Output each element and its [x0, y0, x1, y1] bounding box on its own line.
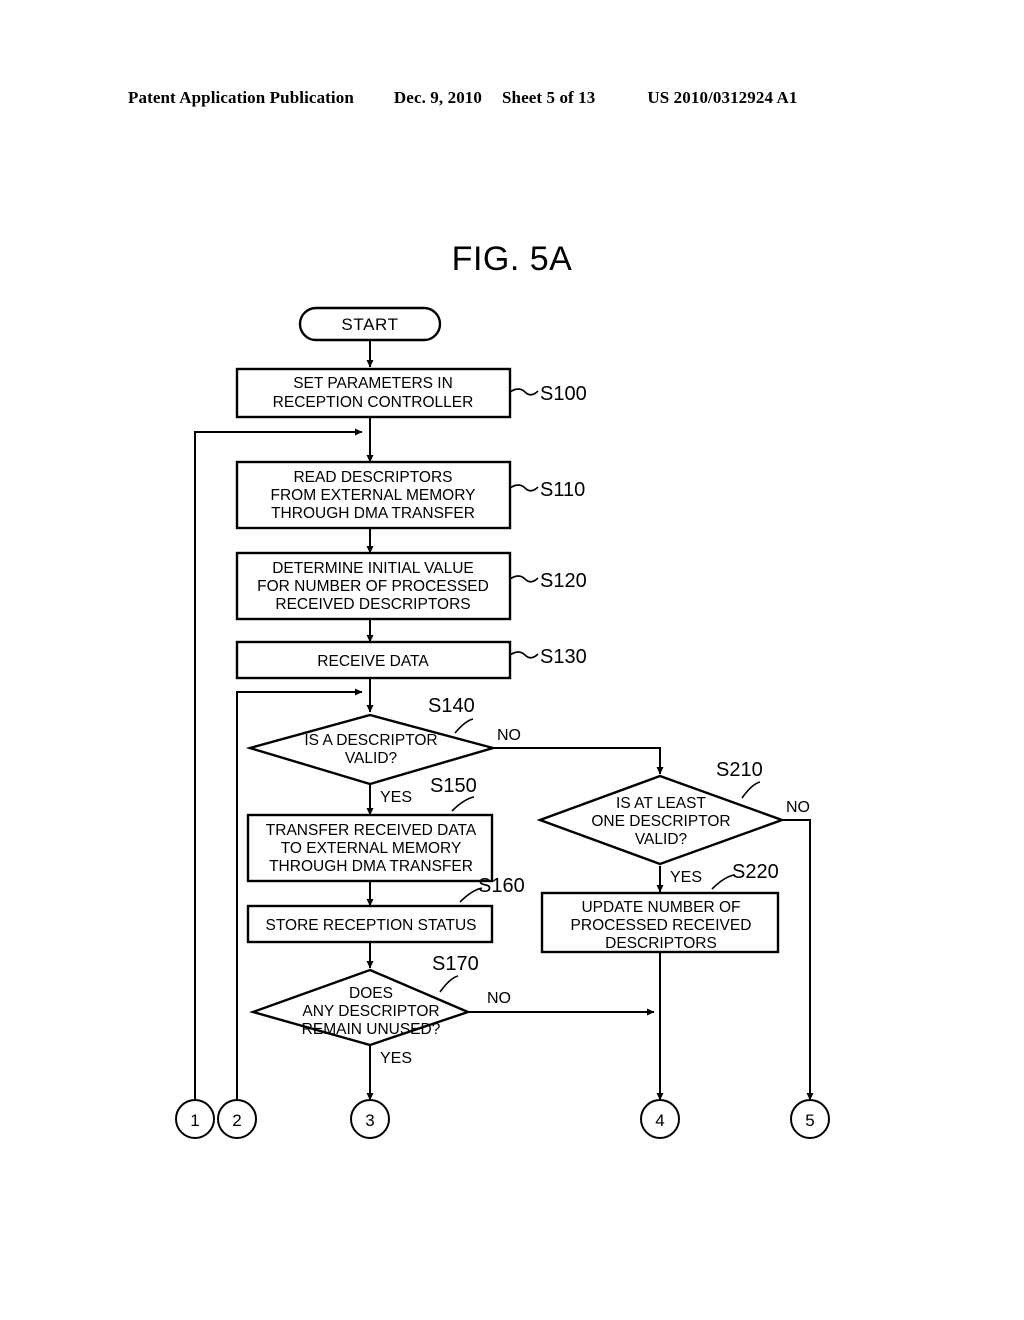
s110-label-line1: READ DESCRIPTORS: [293, 469, 452, 486]
s160-label-line1: STORE RECEPTION STATUS: [266, 917, 477, 934]
s100-label-line2: RECEPTION CONTROLLER: [273, 394, 474, 411]
s210-step-label: S210: [716, 759, 763, 781]
s220-label-line2: PROCESSED RECEIVED: [571, 917, 752, 934]
s140-label-line2: VALID?: [345, 750, 398, 767]
s140-step-label: S140: [428, 695, 475, 717]
s210-label-line1: IS AT LEAST: [616, 795, 706, 812]
edge-s210-no-to-connector5: [782, 819, 814, 1101]
s100-step-label: S100: [540, 383, 587, 405]
s220-step-leader: [711, 874, 735, 890]
s210-no-label: NO: [786, 799, 810, 816]
connector-5-label: 5: [805, 1111, 814, 1130]
flowchart: START SET PARAMETERS IN RECEPTION CONTRO…: [175, 306, 830, 1139]
s160-step-label: S160: [478, 875, 525, 897]
s140-label-line1: IS A DESCRIPTOR: [304, 732, 437, 749]
node-start: START: [298, 306, 442, 342]
s150-label-line1: TRANSFER RECEIVED DATA: [266, 822, 477, 839]
s120-label-line3: RECEIVED DESCRIPTORS: [275, 596, 470, 613]
node-s130: RECEIVE DATA S130: [235, 640, 587, 680]
connector-3-label: 3: [365, 1111, 374, 1130]
connector-1: 1: [175, 1099, 215, 1139]
s100-label-line1: SET PARAMETERS IN: [293, 375, 453, 392]
header-sheet-label: Sheet 5 of 13: [502, 88, 596, 107]
s110-label-line3: THROUGH DMA TRANSFER: [271, 505, 475, 522]
connector-2: 2: [217, 1099, 257, 1139]
connector-1-label: 1: [190, 1111, 199, 1130]
figure-area: FIG. 5A START SET PARAMETERS IN RECEPTIO…: [0, 170, 1024, 1180]
s120-step-leader: [509, 575, 539, 583]
s220-label-line1: UPDATE NUMBER OF: [581, 899, 740, 916]
node-s120: DETERMINE INITIAL VALUE FOR NUMBER OF PR…: [235, 551, 587, 621]
node-s160: STORE RECEPTION STATUS S160: [246, 875, 525, 944]
start-label: START: [341, 315, 398, 334]
s110-label-line2: FROM EXTERNAL MEMORY: [271, 487, 476, 504]
s170-step-leader: [439, 975, 459, 993]
header-patent-number: US 2010/0312924 A1: [647, 88, 798, 107]
s120-label-line2: FOR NUMBER OF PROCESSED: [257, 578, 489, 595]
connector-3: 3: [350, 1099, 390, 1139]
s170-label-line3: REMAIN UNUSED?: [302, 1021, 441, 1038]
edge-s140-no-to-s210: [493, 747, 664, 775]
patent-page: Patent Application Publication Dec. 9, 2…: [0, 0, 1024, 1320]
connector-4: 4: [640, 1099, 680, 1139]
s150-step-label: S150: [430, 775, 477, 797]
s140-yes-label: YES: [380, 789, 412, 806]
s110-step-leader: [509, 484, 539, 492]
s120-step-label: S120: [540, 570, 587, 592]
s210-label-line2: ONE DESCRIPTOR: [591, 813, 730, 830]
node-s100: SET PARAMETERS IN RECEPTION CONTROLLER S…: [235, 367, 587, 419]
header-date-label: Dec. 9, 2010: [393, 88, 482, 107]
s150-label-line3: THROUGH DMA TRANSFER: [269, 858, 473, 875]
s220-label-line3: DESCRIPTORS: [605, 935, 717, 952]
s170-label-line1: DOES: [349, 985, 393, 1002]
s170-no-label: NO: [487, 990, 511, 1007]
s170-step-label: S170: [432, 953, 479, 975]
s210-label-line3: VALID?: [635, 831, 688, 848]
header-publication-label: Patent Application Publication: [128, 88, 354, 107]
s130-label-line1: RECEIVE DATA: [317, 653, 429, 670]
s170-label-line2: ANY DESCRIPTOR: [302, 1003, 439, 1020]
s210-step-leader: [741, 781, 761, 799]
node-s140: IS A DESCRIPTOR VALID? S140 NO YES: [245, 695, 521, 806]
s120-label-line1: DETERMINE INITIAL VALUE: [272, 560, 474, 577]
s100-step-leader: [509, 388, 539, 396]
publication-header: Patent Application Publication Dec. 9, 2…: [128, 88, 896, 112]
s130-step-label: S130: [540, 646, 587, 668]
node-s110: READ DESCRIPTORS FROM EXTERNAL MEMORY TH…: [235, 460, 585, 530]
s140-step-leader: [454, 718, 474, 734]
connector-4-label: 4: [655, 1111, 664, 1130]
s140-no-label: NO: [497, 727, 521, 744]
s220-step-label: S220: [732, 861, 779, 883]
s170-yes-label: YES: [380, 1050, 412, 1067]
s210-yes-label: YES: [670, 869, 702, 886]
s110-step-label: S110: [540, 479, 585, 501]
s150-step-leader: [451, 796, 475, 812]
connector-5: 5: [790, 1099, 830, 1139]
connector-2-label: 2: [232, 1111, 241, 1130]
node-s170: DOES ANY DESCRIPTOR REMAIN UNUSED? S170 …: [249, 953, 511, 1067]
s150-label-line2: TO EXTERNAL MEMORY: [281, 840, 462, 857]
s130-step-leader: [509, 651, 539, 659]
